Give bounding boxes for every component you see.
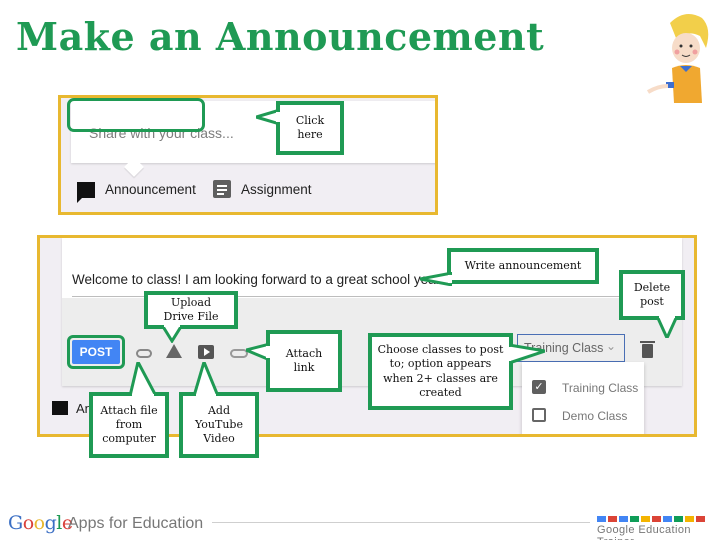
youtube-icon[interactable] <box>198 345 214 359</box>
callout-write-announcement: Write announcement <box>447 248 599 284</box>
callout-attach-file-text: Attach file from computer <box>100 403 158 446</box>
checkbox-unchecked[interactable] <box>532 408 546 422</box>
tab-assignment[interactable]: Assignment <box>241 182 312 197</box>
color-square <box>641 516 650 522</box>
color-squares <box>597 516 705 522</box>
announcement-text[interactable]: Welcome to class! I am looking forward t… <box>72 272 443 287</box>
color-square <box>619 516 628 522</box>
trash-icon[interactable] <box>640 341 655 358</box>
google-education-trainer-label: Google Education Trainer <box>597 524 691 540</box>
class-option[interactable]: ✓ Training Class <box>532 378 642 398</box>
callout-choose-classes-tail <box>509 343 545 365</box>
callout-click-here-tail <box>256 108 280 126</box>
stream-compose-panel: Share with your class... Announcement As… <box>58 95 438 215</box>
color-square <box>696 516 705 522</box>
callout-attach-file: Attach file from computer <box>89 392 169 458</box>
chevron-down-icon: ⌄ <box>605 339 616 353</box>
color-square <box>630 516 639 522</box>
callout-attach-link-tail <box>246 342 270 362</box>
callout-delete-post: Delete post <box>619 270 685 320</box>
teacher-illustration-icon <box>646 14 709 103</box>
class-option[interactable]: Demo Class <box>532 406 642 426</box>
callout-attach-link-text: Attach link <box>285 346 323 374</box>
callout-choose-classes-text: Choose classes to post to; option appear… <box>377 342 504 399</box>
callout-attach-link: Attach link <box>266 330 342 392</box>
color-square <box>685 516 694 522</box>
class-option-label: Training Class <box>562 381 639 395</box>
speech-bubble-icon[interactable] <box>77 182 95 203</box>
drive-icon[interactable] <box>166 344 182 358</box>
google-logo-letter: G <box>8 512 23 534</box>
callout-upload-drive-text: Upload Drive File <box>163 295 219 323</box>
google-logo-letter: g <box>44 512 57 534</box>
class-dropdown: ✓ Training Class Demo Class <box>522 362 644 434</box>
callout-upload-drive: Upload Drive File <box>144 291 238 329</box>
callout-add-youtube: Add YouTube Video <box>179 392 259 458</box>
class-option-label: Demo Class <box>562 409 628 423</box>
callout-write-announcement-tail <box>420 272 452 286</box>
callout-delete-post-tail <box>655 316 679 338</box>
callout-write-announcement-text: Write announcement <box>464 258 582 272</box>
color-square <box>663 516 672 522</box>
callout-upload-drive-tail <box>160 325 184 343</box>
callout-click-here: Click here <box>276 101 344 155</box>
footer-divider <box>212 522 590 523</box>
color-square <box>652 516 661 522</box>
callout-add-youtube-tail <box>192 362 220 396</box>
paperclip-icon[interactable] <box>136 349 152 358</box>
apps-for-education-label: Apps for Education <box>68 515 204 532</box>
color-square <box>608 516 617 522</box>
google-logo: Google <box>8 512 73 534</box>
callout-add-youtube-text: Add YouTube Video <box>195 403 243 446</box>
google-logo-letter: o <box>33 512 45 534</box>
tab-announcement[interactable]: Announcement <box>105 182 196 197</box>
callout-attach-file-tail <box>128 362 158 396</box>
color-square <box>597 516 606 522</box>
slide-title: Make an Announcement <box>16 14 545 59</box>
callout-choose-classes: Choose classes to post to; option appear… <box>368 333 513 410</box>
checkbox-checked[interactable]: ✓ <box>532 380 546 394</box>
callout-click-here-text: Click here <box>295 113 325 141</box>
speech-bubble-icon[interactable] <box>52 401 68 415</box>
color-square <box>674 516 683 522</box>
callout-delete-post-text: Delete post <box>633 280 671 308</box>
google-logo-letter: o <box>22 512 34 534</box>
post-button[interactable]: POST <box>72 340 120 364</box>
announcement-highlight <box>67 98 205 132</box>
assignment-icon[interactable] <box>213 180 231 198</box>
